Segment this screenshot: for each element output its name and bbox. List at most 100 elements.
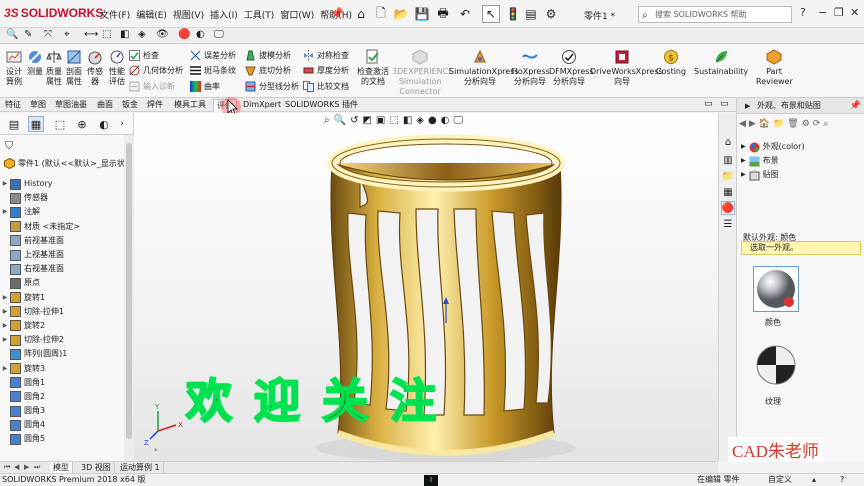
file-properties-icon[interactable]: ▤	[522, 5, 540, 23]
tree-item[interactable]: 圆角2	[0, 390, 124, 404]
select-icon[interactable]: ↖	[482, 5, 500, 23]
import-diagnostics-button[interactable]: 输入诊断	[129, 81, 175, 92]
floxpress-button[interactable]: FloXpress 分析向导	[511, 49, 550, 87]
print-icon[interactable]: 🖶	[434, 5, 452, 23]
close-icon[interactable]: ✕	[850, 6, 859, 19]
tab-solidworks-addins[interactable]: SOLIDWORKS 插件	[282, 99, 361, 112]
display-style-icon[interactable]: ◈	[138, 29, 146, 40]
symmetry-check-button[interactable]: 对称检查	[303, 50, 349, 61]
menu-tools[interactable]: 工具(T)	[244, 8, 275, 21]
view-orient-icon[interactable]: ⬚	[102, 29, 111, 40]
tree-item[interactable]: 前视基准面	[0, 234, 124, 248]
expand-arrow-icon[interactable]: ▶	[0, 205, 10, 219]
check-button[interactable]: 检查	[129, 50, 159, 61]
section-properties-button[interactable]: 剖面 属性	[64, 49, 84, 87]
view-palette-icon[interactable]: ▦	[721, 185, 735, 199]
property-manager-tab-icon[interactable]: ▦	[28, 116, 44, 132]
expand-arrow-icon[interactable]: ▶	[0, 319, 10, 333]
sustainability-button[interactable]: Sustainability	[694, 49, 748, 77]
back-icon[interactable]: ◀	[739, 119, 746, 129]
prev-tab-icon[interactable]: ◀	[14, 463, 19, 471]
tab-mold-tools[interactable]: 模具工具	[171, 99, 209, 112]
decal-folder[interactable]: ▶ 贴图	[741, 168, 805, 182]
design-library-icon[interactable]: ▥	[721, 153, 735, 167]
refresh-icon[interactable]: ⟳	[813, 119, 821, 129]
tree-item[interactable]: 圆角1	[0, 376, 124, 390]
mass-properties-button[interactable]: 质量 属性	[45, 49, 63, 87]
tree-item[interactable]: 右视基准面	[0, 262, 124, 276]
solidworks-logo[interactable]: 3S SOLIDWORKS	[4, 6, 103, 20]
costing-button[interactable]: $ Costing	[654, 49, 688, 77]
tab-weldments[interactable]: 焊件	[144, 99, 166, 112]
pin-icon[interactable]: 📌	[330, 7, 344, 20]
measure-button[interactable]: 测量	[26, 49, 44, 77]
tree-item[interactable]: ▶ 切除-拉伸2	[0, 333, 124, 347]
add-folder-icon[interactable]: 📁	[773, 119, 784, 129]
appearance-icon[interactable]: 🔴	[178, 29, 190, 40]
3dexperience-simulation-button[interactable]: 3DEXPERIENCE Simulation Connector	[392, 49, 453, 97]
menu-window[interactable]: 窗口(W)	[280, 8, 314, 21]
menu-insert[interactable]: 插入(I)	[210, 8, 238, 21]
delete-icon[interactable]: 🗑	[787, 119, 798, 129]
color-appearance-swatch[interactable]	[753, 266, 799, 312]
tab-surfaces[interactable]: 曲面	[94, 99, 116, 112]
part-reviewer-button[interactable]: Part Reviewer	[756, 49, 793, 87]
tree-item[interactable]: ▶ 旋转1	[0, 291, 124, 305]
scrollbar-thumb[interactable]	[126, 143, 132, 439]
thickness-analysis-button[interactable]: 厚度分析	[303, 65, 349, 76]
expand-arrow-icon[interactable]: ▶	[0, 333, 10, 347]
forward-icon[interactable]: ▶	[749, 119, 756, 129]
menu-view[interactable]: 视图(V)	[173, 8, 204, 21]
undercut-analysis-button[interactable]: 底切分析	[245, 65, 291, 76]
undo-icon[interactable]: ↶	[456, 5, 474, 23]
dimension-tool-icon[interactable]: ⟷	[84, 29, 98, 40]
home-icon[interactable]: ⌂	[352, 5, 370, 23]
tree-item[interactable]: ▶ History	[0, 177, 124, 191]
driveworksxpress-button[interactable]: DriveWorksXpress 向导	[590, 49, 663, 87]
check-active-document-button[interactable]: 检查激活 的文档	[356, 49, 390, 87]
tree-item[interactable]: ▶ 旋转2	[0, 319, 124, 333]
search-tool-icon[interactable]: 🔍	[6, 29, 18, 40]
help-question-icon[interactable]: ?	[800, 6, 806, 19]
tab-options-icon[interactable]: ▭	[704, 99, 713, 109]
tree-item[interactable]: 传感器	[0, 191, 124, 205]
curvature-button[interactable]: 曲率	[190, 81, 220, 92]
tree-item[interactable]: 圆角5	[0, 432, 124, 446]
save-icon[interactable]: 💾	[413, 5, 431, 23]
expand-arrow-icon[interactable]: ▶	[0, 291, 10, 305]
new-document-icon[interactable]: 🗋	[372, 5, 390, 23]
custom-properties-icon[interactable]: ☰	[721, 217, 735, 231]
menu-edit[interactable]: 编辑(E)	[136, 8, 167, 21]
sensor-button[interactable]: 传感器	[85, 49, 105, 87]
units-custom-label[interactable]: 自定义	[768, 474, 792, 486]
rebuild-icon[interactable]: 🚦	[504, 5, 522, 23]
tree-item[interactable]: 阵列(圆周)1	[0, 347, 124, 361]
expand-arrow-icon[interactable]: ▶	[0, 362, 10, 376]
dimxpert-tab-icon[interactable]: ⊕	[74, 116, 90, 132]
feature-tree-tab-icon[interactable]: ▤	[6, 116, 22, 132]
units-dropdown-icon[interactable]: ▴	[812, 474, 816, 486]
expand-arrow-icon[interactable]: ▶	[0, 177, 10, 191]
restore-icon[interactable]: ❐	[834, 6, 844, 19]
options-icon[interactable]: ⚙	[802, 119, 810, 129]
appearances-scenes-icon[interactable]: 🔴	[721, 201, 735, 215]
help-search-input[interactable]: ⌕ 搜索 SOLIDWORKS 帮助	[638, 6, 792, 23]
tree-root-part[interactable]: 零件1 (默认<<默认>_显示状	[4, 158, 125, 169]
tab-dimxpert[interactable]: DimXpert	[240, 99, 284, 112]
texture-appearance-swatch[interactable]	[753, 342, 799, 388]
tree-item[interactable]: 圆角4	[0, 418, 124, 432]
home-folder-icon[interactable]: 🏠	[759, 119, 770, 129]
solidworks-resources-icon[interactable]: ⌂	[721, 135, 735, 149]
appearance-folder[interactable]: ▶ 外观(color)	[741, 140, 805, 154]
scene-folder[interactable]: ▶ 布景	[741, 154, 805, 168]
collapse-arrow-icon[interactable]: ▶	[745, 102, 750, 110]
scene-icon[interactable]: ◐	[196, 29, 205, 40]
filter-icon[interactable]: ⛉	[5, 139, 13, 153]
tab-sketch[interactable]: 草图	[27, 99, 49, 112]
first-tab-icon[interactable]: ⏮	[4, 463, 10, 472]
last-tab-icon[interactable]: ⏭	[34, 463, 40, 472]
tab-features[interactable]: 特征	[2, 99, 24, 112]
draft-analysis-button[interactable]: 拔模分析	[245, 50, 291, 61]
expand-arrow-icon[interactable]: ▶	[741, 168, 746, 182]
view-cube-icon[interactable]: ◧	[120, 29, 129, 40]
